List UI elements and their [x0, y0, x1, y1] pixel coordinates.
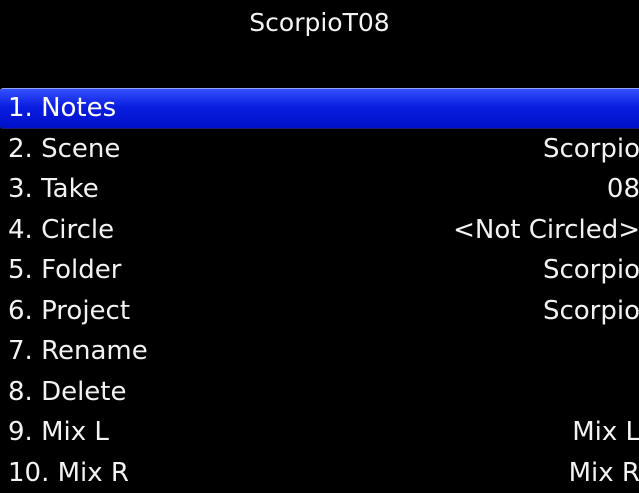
menu-item-project[interactable]: 6. Project Scorpio	[0, 291, 639, 332]
menu-item-value: Scorpio	[543, 134, 639, 164]
menu-item-label: 7. Rename	[8, 336, 148, 366]
menu-item-value: Mix L	[572, 417, 639, 447]
menu-item-value: 08	[607, 174, 639, 204]
menu-item-label: 9. Mix L	[8, 417, 109, 447]
menu-item-label: 5. Folder	[8, 255, 121, 285]
menu-item-value: Scorpio	[543, 255, 639, 285]
menu-item-notes[interactable]: 1. Notes	[0, 88, 639, 129]
menu-item-value: Mix R	[569, 458, 639, 488]
menu-item-rename[interactable]: 7. Rename	[0, 331, 639, 372]
menu-item-label: 4. Circle	[8, 215, 114, 245]
menu-item-delete[interactable]: 8. Delete	[0, 372, 639, 413]
page-title: ScorpioT08	[0, 8, 639, 38]
menu-item-label: 8. Delete	[8, 377, 127, 407]
menu-item-circle[interactable]: 4. Circle <Not Circled>	[0, 210, 639, 251]
menu-item-label: 6. Project	[8, 296, 130, 326]
menu-item-label: 10. Mix R	[8, 458, 129, 488]
menu-item-value: Scorpio	[543, 296, 639, 326]
menu-item-label: 2. Scene	[8, 134, 120, 164]
menu-item-label: 3. Take	[8, 174, 99, 204]
take-menu: 1. Notes 2. Scene Scorpio 3. Take 08 4. …	[0, 88, 639, 493]
menu-item-take[interactable]: 3. Take 08	[0, 169, 639, 210]
menu-item-folder[interactable]: 5. Folder Scorpio	[0, 250, 639, 291]
menu-item-mix-l[interactable]: 9. Mix L Mix L	[0, 412, 639, 453]
menu-item-mix-r[interactable]: 10. Mix R Mix R	[0, 453, 639, 493]
menu-item-label: 1. Notes	[8, 93, 116, 123]
menu-item-value: <Not Circled>	[453, 215, 639, 245]
menu-item-scene[interactable]: 2. Scene Scorpio	[0, 129, 639, 170]
